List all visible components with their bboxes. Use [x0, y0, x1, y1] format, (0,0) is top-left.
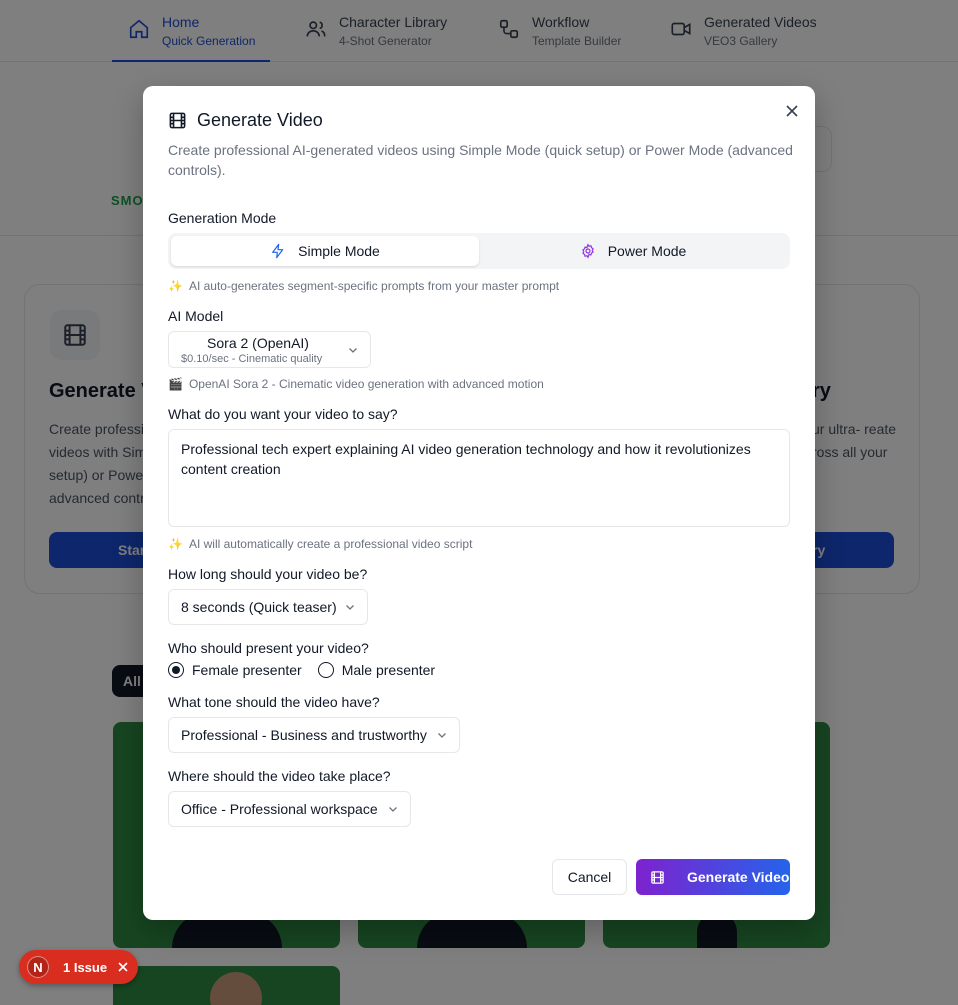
dialog-title: Generate Video — [197, 110, 323, 130]
location-value: Office - Professional workspace — [181, 801, 378, 817]
generate-video-dialog: Generate Video Create professional AI-ge… — [143, 86, 815, 920]
ai-model-value: Sora 2 (OpenAI) — [207, 335, 309, 351]
prompt-label: What do you want your video to say? — [168, 406, 398, 422]
hint-text: AI auto-generates segment-specific promp… — [188, 279, 560, 293]
ai-model-price: $0.10/sec - Cinematic quality — [181, 353, 323, 365]
ai-model-select[interactable]: Sora 2 (OpenAI) $0.10/sec - Cinematic qu… — [168, 331, 371, 368]
issues-badge[interactable]: N 1 Issue — [19, 950, 138, 984]
tone-value: Professional - Business and trustworthy — [181, 727, 427, 743]
prompt-textarea[interactable]: Professional tech expert explaining AI v… — [168, 429, 790, 527]
duration-select[interactable]: 8 seconds (Quick teaser) — [168, 589, 368, 625]
lightning-icon — [272, 243, 284, 259]
sparkles-icon: ✨ — [168, 279, 183, 293]
generate-video-button[interactable]: Generate Video — [636, 859, 790, 895]
generation-mode-toggle: Simple Mode Power Mode — [168, 233, 790, 269]
issue-count: 1 Issue — [63, 959, 108, 975]
tone-select[interactable]: Professional - Business and trustworthy — [168, 717, 460, 753]
location-select[interactable]: Office - Professional workspace — [168, 791, 411, 827]
power-mode-tab[interactable]: Power Mode — [479, 236, 787, 266]
close-button[interactable] — [781, 100, 803, 122]
generation-mode-label: Generation Mode — [168, 210, 277, 226]
male-presenter-option[interactable]: Male presenter — [317, 662, 436, 678]
film-icon — [651, 870, 664, 884]
clapperboard-icon: 🎬 — [168, 377, 183, 391]
gear-icon — [581, 243, 594, 259]
dialog-description: Create professional AI-generated videos … — [168, 142, 793, 178]
film-icon — [169, 112, 186, 129]
prompt-hint: ✨ AI will automatically create a profess… — [168, 537, 472, 551]
sparkles-icon: ✨ — [168, 537, 183, 551]
presenter-label: Who should present your video? — [168, 640, 369, 656]
radio-label: Male presenter — [341, 662, 436, 678]
simple-mode-label: Simple Mode — [298, 243, 380, 259]
radio-button[interactable] — [168, 662, 184, 678]
chevron-down-icon — [346, 605, 354, 610]
power-mode-label: Power Mode — [607, 243, 687, 259]
close-icon[interactable] — [117, 961, 129, 973]
issue-logo: N — [27, 956, 49, 978]
duration-label: How long should your video be? — [168, 566, 368, 582]
ai-model-hint: 🎬 OpenAI Sora 2 - Cinematic video genera… — [168, 377, 544, 391]
hint-text: AI will automatically create a professio… — [188, 537, 473, 551]
generation-mode-hint: ✨ AI auto-generates segment-specific pro… — [168, 279, 559, 293]
hint-text: OpenAI Sora 2 - Cinematic video generati… — [188, 377, 544, 391]
location-label: Where should the video take place? — [168, 768, 391, 784]
radio-button[interactable] — [317, 662, 334, 678]
radio-label: Female presenter — [192, 662, 302, 678]
generate-video-label: Generate Video — [687, 869, 790, 885]
duration-value: 8 seconds (Quick teaser) — [181, 599, 337, 615]
chevron-down-icon — [438, 733, 446, 738]
tone-label: What tone should the video have? — [168, 694, 380, 710]
chevron-down-icon — [389, 807, 397, 812]
cancel-button[interactable]: Cancel — [552, 859, 627, 895]
ai-model-label: AI Model — [168, 308, 224, 324]
female-presenter-option[interactable]: Female presenter — [168, 662, 302, 678]
simple-mode-tab[interactable]: Simple Mode — [171, 236, 479, 266]
close-icon — [786, 105, 798, 117]
chevron-down-icon — [349, 347, 357, 353]
presenter-radio-group: Female presenter Male presenter — [168, 662, 451, 678]
dialog-header: Generate Video — [168, 110, 323, 131]
